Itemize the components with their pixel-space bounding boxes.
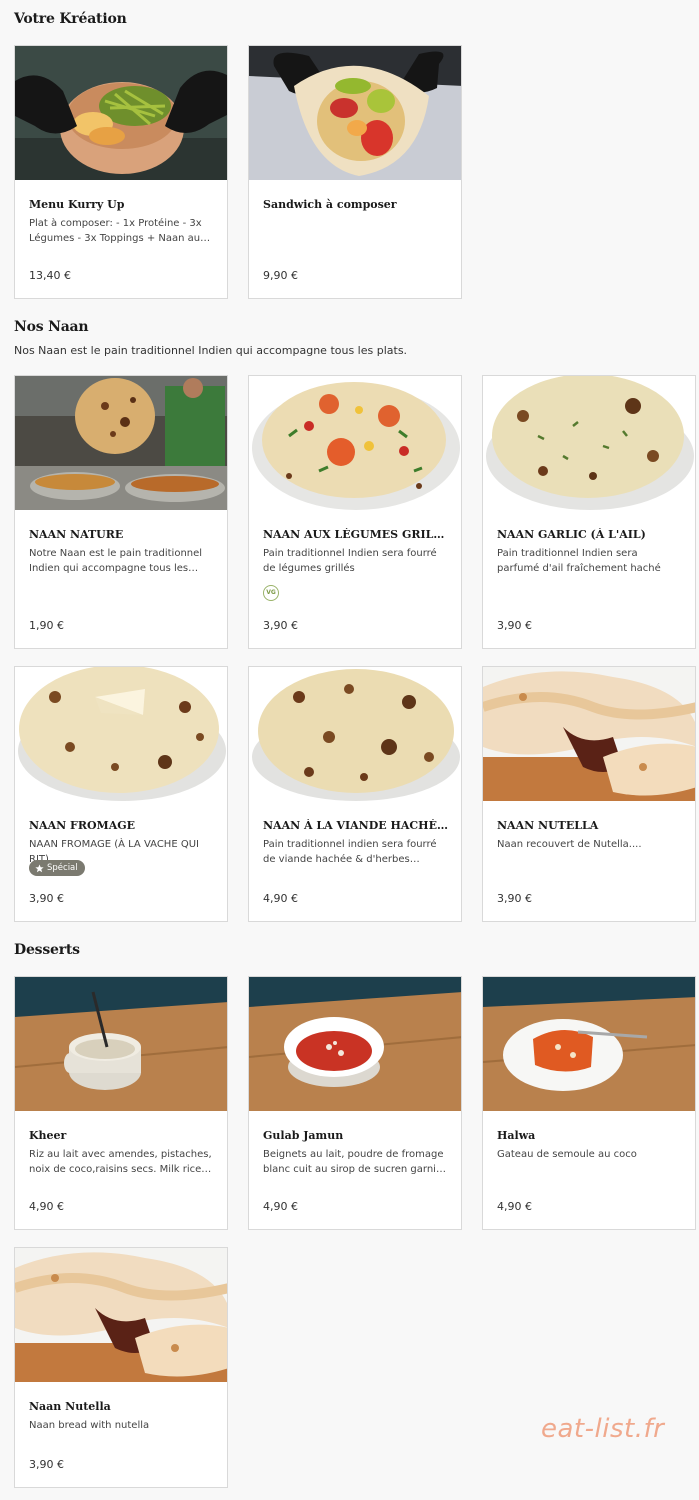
product-card-naan-viande[interactable]: NAAN À LA VIANDE HACHÉE & AUX HERBES Pai…	[248, 666, 462, 922]
section-title-naan: Nos Naan	[14, 319, 89, 335]
section-title-creation: Votre Kréation	[14, 11, 127, 27]
product-title: NAAN À LA VIANDE HACHÉE & AUX HERBES	[263, 819, 451, 832]
vegetarian-badge-icon: VG	[263, 585, 279, 601]
product-price: 3,90 €	[29, 892, 64, 905]
product-price: 1,90 €	[29, 619, 64, 632]
product-image	[483, 376, 695, 510]
product-price: 3,90 €	[29, 1458, 64, 1471]
product-card-naan-nature[interactable]: NAAN NATURE Notre Naan est le pain tradi…	[14, 375, 228, 649]
product-title: NAAN AUX LÉGUMES GRILLÉS	[263, 528, 451, 541]
product-title: Sandwich à composer	[263, 198, 397, 211]
product-price: 9,90 €	[263, 269, 298, 282]
product-image	[15, 977, 227, 1111]
product-image	[15, 376, 227, 510]
product-description: Gateau de semoule au coco	[497, 1149, 637, 1160]
product-image	[15, 667, 227, 801]
product-title: NAAN NATURE	[29, 528, 124, 541]
product-description: Riz au lait avec amendes, pistaches, noi…	[29, 1149, 212, 1175]
product-card-naan-legumes[interactable]: NAAN AUX LÉGUMES GRILLÉS Pain traditionn…	[248, 375, 462, 649]
product-title: NAAN GARLIC (À L'AIL)	[497, 528, 646, 541]
product-image	[483, 667, 695, 801]
product-description: Beignets au lait, poudre de fromage blan…	[263, 1149, 444, 1175]
product-title: Halwa	[497, 1129, 536, 1142]
product-description: Pain traditionnel Indien sera fourré de …	[263, 548, 437, 574]
product-price: 13,40 €	[29, 269, 71, 282]
product-image	[15, 46, 227, 180]
product-image	[249, 667, 461, 801]
product-description: Pain traditionnel Indien sera parfumé d'…	[497, 548, 661, 574]
section-description-naan: Nos Naan est le pain traditionnel Indien…	[14, 344, 408, 357]
product-image	[483, 977, 695, 1111]
product-title: NAAN FROMAGE	[29, 819, 136, 832]
product-title: Gulab Jamun	[263, 1129, 344, 1142]
product-card-naan-nutella[interactable]: NAAN NUTELLA Naan recouvert de Nutella..…	[482, 666, 696, 922]
product-price: 3,90 €	[263, 619, 298, 632]
special-badge-label: Spécial	[47, 863, 78, 873]
product-price: 4,90 €	[263, 1200, 298, 1213]
product-description: Pain traditionnel indien sera fourré de …	[263, 839, 437, 865]
special-badge: Spécial	[29, 860, 85, 876]
product-image	[249, 376, 461, 510]
watermark: eat-list.fr	[541, 1414, 665, 1444]
product-price: 3,90 €	[497, 619, 532, 632]
product-card-menu-kurry-up[interactable]: Menu Kurry Up Plat à composer: - 1x Prot…	[14, 45, 228, 299]
product-image	[249, 46, 461, 180]
product-card-sandwich[interactable]: Sandwich à composer 9,90 €	[248, 45, 462, 299]
product-title: Kheer	[29, 1129, 67, 1142]
product-price: 4,90 €	[497, 1200, 532, 1213]
product-description: Naan recouvert de Nutella....	[497, 839, 642, 850]
product-card-halwa[interactable]: Halwa Gateau de semoule au coco 4,90 €	[482, 976, 696, 1230]
product-card-naan-garlic[interactable]: NAAN GARLIC (À L'AIL) Pain traditionnel …	[482, 375, 696, 649]
product-description: Notre Naan est le pain traditionnel Indi…	[29, 548, 203, 574]
product-description: Plat à composer: - 1x Protéine - 3x Légu…	[29, 218, 202, 244]
product-image	[249, 977, 461, 1111]
star-icon	[35, 863, 44, 872]
product-title: NAAN NUTELLA	[497, 819, 599, 832]
product-title: Naan Nutella	[29, 1400, 111, 1413]
product-price: 4,90 €	[263, 892, 298, 905]
product-description: Naan bread with nutella	[29, 1420, 150, 1431]
product-image	[15, 1248, 227, 1382]
section-title-desserts: Desserts	[14, 942, 80, 958]
product-title: Menu Kurry Up	[29, 198, 125, 211]
product-card-kheer[interactable]: Kheer Riz au lait avec amendes, pistache…	[14, 976, 228, 1230]
product-card-gulab-jamun[interactable]: Gulab Jamun Beignets au lait, poudre de …	[248, 976, 462, 1230]
product-card-naan-fromage[interactable]: NAAN FROMAGE NAAN FROMAGE (À LA VACHE QU…	[14, 666, 228, 922]
product-card-naan-nutella-dessert[interactable]: Naan Nutella Naan bread with nutella 3,9…	[14, 1247, 228, 1488]
product-price: 4,90 €	[29, 1200, 64, 1213]
product-price: 3,90 €	[497, 892, 532, 905]
